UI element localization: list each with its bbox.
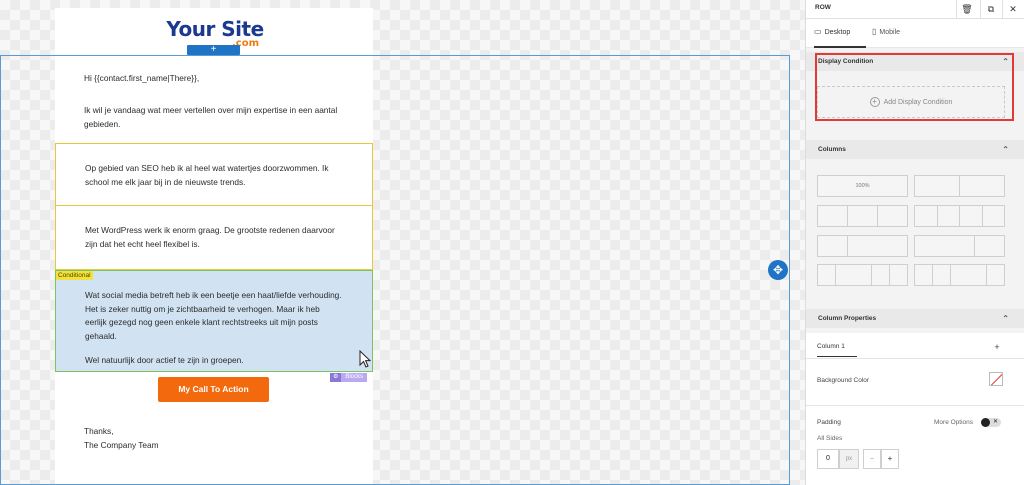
tab-desktop-label: Desktop: [824, 29, 851, 36]
tab-mobile[interactable]: ▯ Mobile: [872, 27, 900, 48]
padding-unit: px: [839, 449, 859, 469]
selected-row-outline: [0, 55, 790, 485]
add-row-button[interactable]: +: [187, 45, 240, 55]
tab-desktop[interactable]: ▭ Desktop: [814, 27, 866, 48]
column-layout-label: 100%: [855, 183, 870, 189]
add-display-condition-button[interactable]: + Add Display Condition: [817, 86, 1005, 118]
tab-mobile-label: Mobile: [879, 29, 901, 36]
header-divider: [956, 0, 957, 19]
duplicate-icon[interactable]: ⧉: [984, 2, 998, 16]
add-display-condition-label: Add Display Condition: [883, 99, 953, 106]
padding-input[interactable]: 0: [817, 449, 839, 469]
logo-text: Your Site: [166, 17, 264, 41]
column-layout-6[interactable]: [914, 235, 1005, 257]
header-divider: [1002, 0, 1003, 19]
column-1-label: Column 1: [817, 343, 845, 350]
toggle-knob: [981, 418, 990, 427]
more-options-toggle[interactable]: ✕: [981, 418, 1001, 427]
column-layout-8[interactable]: [914, 264, 1005, 286]
device-tabs: ▭ Desktop ▯ Mobile: [806, 19, 1024, 48]
all-sides-label: All Sides: [817, 435, 843, 442]
column-layout-4[interactable]: [914, 205, 1005, 227]
desktop-icon: ▭: [814, 27, 822, 36]
column-layout-3[interactable]: [817, 205, 908, 227]
column-layout-1[interactable]: 100%: [817, 175, 908, 197]
header-divider: [980, 0, 981, 19]
mobile-icon: ▯: [872, 27, 877, 36]
plus-circle-icon: +: [869, 97, 880, 108]
padding-decrement-button[interactable]: −: [863, 449, 881, 469]
more-options-label: More Options: [934, 419, 974, 426]
padding-label: Padding: [817, 419, 841, 426]
editor-canvas: Your Site .com + Hi {{contact.first_name…: [0, 0, 805, 485]
close-icon: ✕: [992, 419, 998, 425]
column-layout-5[interactable]: [817, 235, 908, 257]
panel-title: ROW: [815, 4, 831, 11]
close-icon[interactable]: ✕: [1006, 2, 1020, 16]
chevron-up-icon: ⌃: [1002, 314, 1009, 323]
trash-icon[interactable]: 🗑: [960, 2, 974, 16]
panel-header: ROW 🗑 ⧉ ✕: [806, 0, 1024, 19]
chevron-up-icon: ⌃: [1002, 145, 1009, 154]
divider: [806, 358, 1024, 359]
column-properties-header[interactable]: Column Properties ⌃: [806, 309, 1024, 328]
background-color-picker[interactable]: [989, 372, 1003, 386]
padding-increment-button[interactable]: +: [881, 449, 899, 469]
column-layout-7[interactable]: [817, 264, 908, 286]
add-column-button[interactable]: +: [990, 340, 1004, 354]
move-handle-icon[interactable]: ✥: [768, 260, 788, 280]
column-1-tab[interactable]: Column 1: [817, 343, 857, 357]
background-color-label: Background Color: [817, 377, 870, 384]
column-properties-title: Column Properties: [818, 315, 877, 322]
columns-header[interactable]: Columns ⌃: [806, 140, 1024, 159]
columns-title: Columns: [818, 146, 846, 153]
divider: [806, 405, 1024, 406]
column-layout-2[interactable]: [914, 175, 1005, 197]
